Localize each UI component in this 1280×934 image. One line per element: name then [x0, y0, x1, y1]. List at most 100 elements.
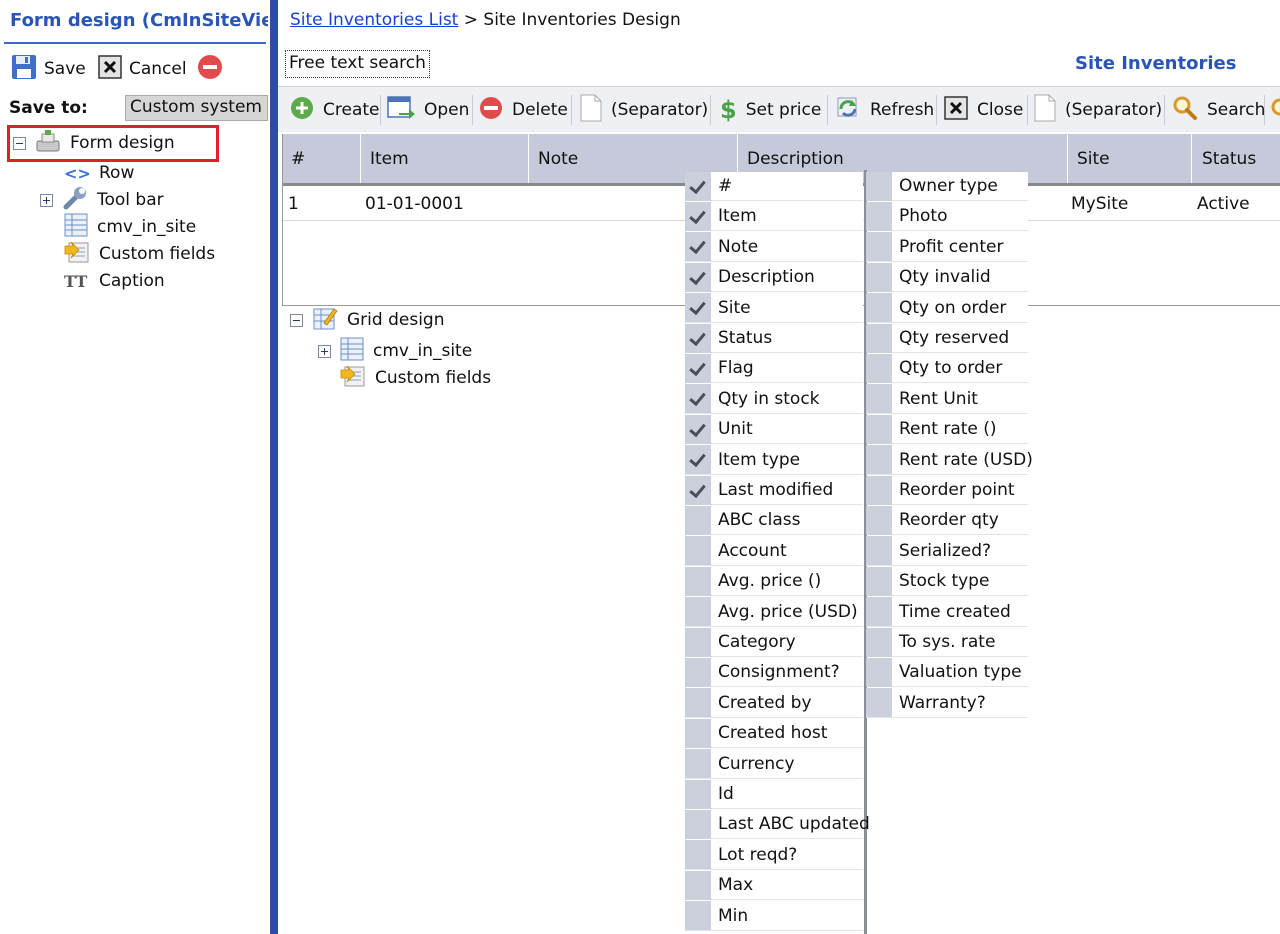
- checkbox-empty[interactable]: [866, 232, 892, 262]
- delete-button[interactable]: [197, 54, 223, 84]
- column-option[interactable]: Rent Unit: [866, 384, 1028, 414]
- cell-site[interactable]: MySite: [1071, 194, 1128, 214]
- column-option[interactable]: Note: [685, 232, 863, 262]
- set-price-button[interactable]: $ Set price: [720, 95, 821, 125]
- checkbox-empty[interactable]: [685, 566, 711, 596]
- column-option[interactable]: Lot reqd?: [685, 840, 863, 870]
- checkmark-icon[interactable]: [685, 323, 711, 353]
- checkmark-icon[interactable]: [685, 201, 711, 231]
- checkmark-icon[interactable]: [685, 475, 711, 505]
- checkbox-empty[interactable]: [866, 597, 892, 627]
- checkmark-icon[interactable]: [685, 414, 711, 444]
- column-header-site[interactable]: Site: [1068, 134, 1192, 183]
- create-button[interactable]: Create: [290, 95, 380, 125]
- free-text-search[interactable]: Free text search: [285, 50, 430, 78]
- checkbox-empty[interactable]: [866, 475, 892, 505]
- column-option[interactable]: Last modified: [685, 475, 863, 505]
- checkbox-empty[interactable]: [866, 688, 892, 718]
- delete-button[interactable]: Delete: [479, 95, 568, 125]
- breadcrumb-link[interactable]: Site Inventories List: [290, 10, 458, 30]
- checkmark-icon[interactable]: [685, 171, 711, 201]
- column-option[interactable]: Avg. price (USD): [685, 597, 863, 627]
- tree-node-cmv-in-site[interactable]: cmv_in_site: [318, 337, 472, 364]
- collapse-icon[interactable]: [13, 136, 26, 150]
- checkbox-empty[interactable]: [866, 627, 892, 657]
- tree-node-tool-bar[interactable]: Tool bar: [40, 186, 164, 213]
- checkmark-icon[interactable]: [685, 384, 711, 414]
- checkbox-empty[interactable]: [866, 505, 892, 535]
- checkbox-empty[interactable]: [866, 323, 892, 353]
- checkbox-empty[interactable]: [866, 262, 892, 292]
- column-option[interactable]: Warranty?: [866, 688, 1028, 718]
- tree-node-cmv-in-site[interactable]: cmv_in_site: [64, 213, 196, 240]
- column-option[interactable]: Reorder qty: [866, 505, 1028, 536]
- checkbox-empty[interactable]: [685, 870, 711, 900]
- save-button[interactable]: Save: [11, 54, 86, 84]
- more-search-icon[interactable]: [1270, 95, 1280, 125]
- column-option[interactable]: Qty in stock: [685, 384, 863, 414]
- save-to-select[interactable]: Custom system: [125, 95, 268, 121]
- column-option[interactable]: Qty on order: [866, 293, 1028, 323]
- checkbox-empty[interactable]: [685, 627, 711, 657]
- column-option[interactable]: Flag: [685, 353, 863, 384]
- column-option[interactable]: Qty reserved: [866, 323, 1028, 353]
- column-option[interactable]: Last ABC updated: [685, 809, 870, 840]
- cell-item[interactable]: 01-01-0001: [365, 194, 464, 214]
- cancel-button[interactable]: Cancel: [98, 54, 187, 84]
- refresh-button[interactable]: Refresh: [835, 95, 934, 125]
- column-option[interactable]: Owner type: [866, 171, 1028, 201]
- tree-node-custom-fields[interactable]: Custom fields: [340, 365, 491, 391]
- column-option[interactable]: Photo: [866, 201, 1028, 232]
- column-option[interactable]: Max: [685, 870, 863, 901]
- column-option[interactable]: Stock type: [866, 566, 1028, 597]
- column-option[interactable]: Valuation type: [866, 657, 1028, 688]
- checkmark-icon[interactable]: [685, 353, 711, 383]
- checkbox-empty[interactable]: [685, 809, 711, 839]
- tree-node-row[interactable]: <> Row: [64, 160, 134, 186]
- collapse-icon[interactable]: [290, 313, 303, 327]
- checkbox-empty[interactable]: [685, 718, 711, 748]
- checkbox-empty[interactable]: [685, 749, 711, 779]
- cell-num[interactable]: 1: [288, 194, 299, 214]
- column-option[interactable]: Avg. price (): [685, 566, 863, 597]
- checkmark-icon[interactable]: [685, 445, 711, 475]
- column-header-num[interactable]: #: [283, 134, 361, 183]
- search-button[interactable]: Search: [1172, 95, 1265, 125]
- column-option[interactable]: Min: [685, 901, 863, 931]
- column-option[interactable]: Reorder point: [866, 475, 1028, 505]
- close-button[interactable]: Close: [944, 95, 1023, 125]
- expand-icon[interactable]: [318, 344, 331, 358]
- checkbox-empty[interactable]: [866, 171, 892, 201]
- column-option[interactable]: Item type: [685, 445, 863, 475]
- column-option[interactable]: Created by: [685, 688, 863, 718]
- separator-item[interactable]: (Separator): [1034, 94, 1162, 125]
- column-option[interactable]: Description: [685, 262, 863, 293]
- column-option[interactable]: Status: [685, 323, 863, 353]
- column-option[interactable]: Account: [685, 536, 863, 566]
- checkbox-empty[interactable]: [866, 293, 892, 323]
- checkbox-empty[interactable]: [866, 384, 892, 414]
- column-header-item[interactable]: Item: [361, 134, 529, 183]
- checkbox-empty[interactable]: [866, 445, 892, 475]
- column-option[interactable]: Serialized?: [866, 536, 1028, 566]
- column-option[interactable]: Id: [685, 779, 863, 809]
- checkbox-empty[interactable]: [866, 536, 892, 566]
- column-option[interactable]: To sys. rate: [866, 627, 1028, 657]
- column-option[interactable]: Item: [685, 201, 863, 232]
- checkbox-empty[interactable]: [685, 901, 711, 931]
- tree-node-grid-design[interactable]: Grid design: [290, 307, 444, 333]
- column-option[interactable]: Unit: [685, 414, 863, 445]
- checkbox-empty[interactable]: [866, 353, 892, 383]
- separator-item[interactable]: (Separator): [580, 94, 708, 125]
- column-option[interactable]: Time created: [866, 597, 1028, 627]
- column-option[interactable]: Site: [685, 293, 863, 323]
- checkbox-empty[interactable]: [685, 536, 711, 566]
- checkmark-icon[interactable]: [685, 232, 711, 262]
- checkbox-empty[interactable]: [685, 688, 711, 718]
- column-option[interactable]: Profit center: [866, 232, 1028, 262]
- column-header-status[interactable]: Status: [1192, 134, 1280, 183]
- column-option[interactable]: ABC class: [685, 505, 863, 536]
- checkmark-icon[interactable]: [685, 262, 711, 292]
- checkbox-empty[interactable]: [685, 597, 711, 627]
- column-option[interactable]: Currency: [685, 749, 863, 779]
